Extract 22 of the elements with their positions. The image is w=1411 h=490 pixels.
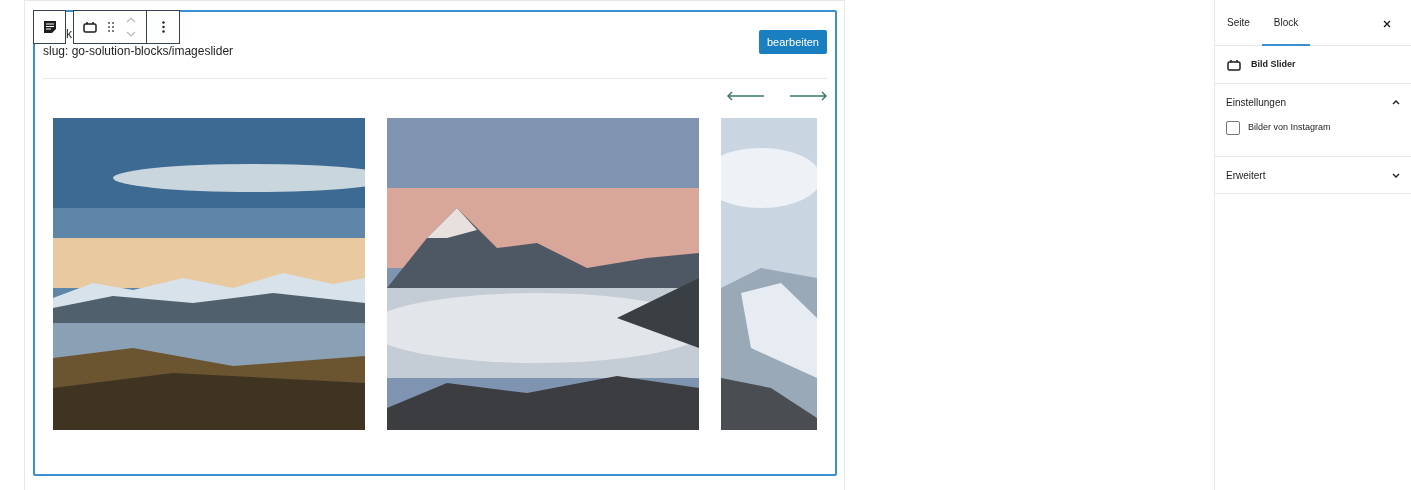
more-icon	[161, 21, 165, 33]
block-title: k	[66, 28, 72, 40]
edit-button[interactable]: bearbeiten	[759, 30, 827, 54]
block-name: Bild Slider	[1251, 57, 1296, 71]
close-icon[interactable]	[1383, 20, 1391, 28]
checkbox[interactable]	[1226, 121, 1240, 135]
drag-icon	[108, 22, 114, 32]
block-type-button[interactable]	[33, 10, 66, 44]
slider-icon	[1227, 58, 1241, 71]
chevron-up-icon	[1392, 99, 1400, 105]
panel-header[interactable]: Einstellungen	[1215, 84, 1411, 120]
chevron-down-icon	[1392, 172, 1400, 178]
up-down-chevron-icon	[126, 17, 136, 37]
sidebar-tab[interactable]: Seite	[1215, 0, 1262, 46]
panel-header[interactable]: Erweitert	[1215, 157, 1411, 193]
slider-icon	[83, 21, 97, 33]
slug-text: slug: go-solution-blocks/imageslider	[43, 43, 234, 60]
arrow-right-icon[interactable]	[789, 91, 827, 101]
sidebar-tab[interactable]: Block	[1261, 0, 1311, 46]
arrow-left-icon[interactable]	[727, 91, 765, 101]
checkbox-label: Bilder von Instagram	[1248, 121, 1331, 135]
document-icon	[42, 20, 57, 34]
